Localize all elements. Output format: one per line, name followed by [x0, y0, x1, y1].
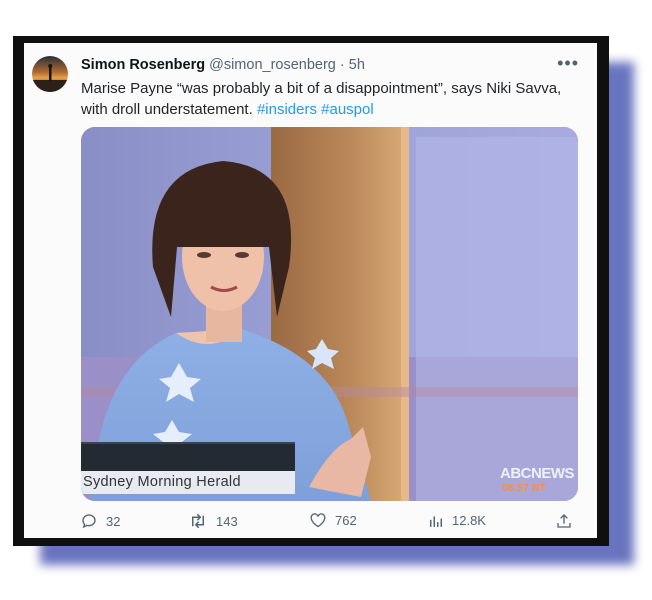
tweet-card[interactable]: Simon Rosenberg @simon_rosenberg · 5h ••… [24, 43, 597, 538]
lower-third-text: Sydney Morning Herald [81, 471, 295, 494]
tweet-media-image[interactable]: Sydney Morning Herald ABCNEWS 08:57 NT [81, 127, 578, 501]
lower-third-bar [81, 442, 295, 471]
tweet-actions: 32 143 762 12.8K [81, 513, 581, 531]
tweet-text: Marise Payne “was probably a bit of a di… [81, 78, 581, 120]
avatar-image [32, 56, 68, 92]
user-handle[interactable]: @simon_rosenberg [209, 57, 336, 73]
header-separator: · [339, 57, 345, 73]
hashtag-link[interactable]: #insiders [257, 101, 317, 118]
avatar[interactable] [32, 56, 68, 92]
share-button[interactable] [556, 513, 572, 529]
share-icon [557, 514, 571, 528]
like-count: 762 [335, 513, 357, 528]
channel-logo-text: ABCNEWS [500, 465, 575, 482]
more-icon[interactable]: ••• [557, 53, 579, 74]
tweet-header: Simon Rosenberg @simon_rosenberg · 5h [81, 57, 365, 73]
hashtag-link[interactable]: #auspol [321, 101, 374, 118]
repost-button[interactable]: 143 [189, 513, 238, 529]
display-name[interactable]: Simon Rosenberg [81, 57, 205, 73]
lower-third-caption: Sydney Morning Herald [81, 442, 295, 494]
views-icon [430, 515, 442, 527]
broadcast-clock: 08:57 NT [502, 482, 546, 494]
post-time[interactable]: 5h [349, 57, 365, 73]
like-icon [310, 513, 326, 528]
reply-button[interactable]: 32 [81, 513, 120, 529]
reply-count: 32 [106, 513, 121, 529]
repost-count: 143 [216, 513, 238, 529]
like-button[interactable]: 762 [310, 513, 357, 528]
view-count: 12.8K [452, 513, 486, 528]
reply-icon [82, 514, 96, 529]
repost-icon [192, 513, 204, 529]
views-button[interactable]: 12.8K [429, 513, 486, 528]
abc-news-logo: ABCNEWS 08:57 NT [500, 465, 575, 497]
